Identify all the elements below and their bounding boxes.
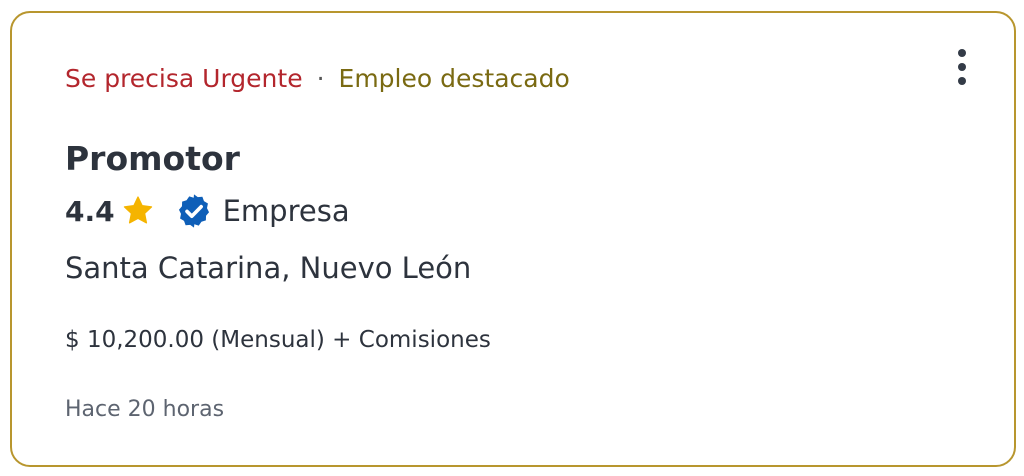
- company-rating: 4.4: [65, 194, 115, 228]
- more-options-button[interactable]: [948, 43, 976, 91]
- job-location: Santa Catarina, Nuevo León: [65, 251, 472, 285]
- featured-tag: Empleo destacado: [338, 64, 570, 93]
- job-title[interactable]: Promotor: [65, 139, 240, 179]
- job-salary: $ 10,200.00 (Mensual) + Comisiones: [65, 327, 491, 353]
- more-vertical-icon: [958, 49, 966, 57]
- verified-badge-icon: [178, 194, 209, 228]
- job-card[interactable]: Se precisa Urgente · Empleo destacado Prom…: [10, 11, 1016, 467]
- more-vertical-icon-dot: [958, 77, 966, 85]
- urgent-tag: Se precisa Urgente: [65, 64, 303, 93]
- job-tags: Se precisa Urgente · Empleo destacado: [65, 63, 570, 95]
- company-row: 4.4 Empresa: [65, 191, 350, 231]
- star-icon: [123, 196, 152, 224]
- company-name[interactable]: Empresa: [223, 194, 350, 228]
- tag-separator: ·: [316, 64, 325, 93]
- more-vertical-icon-dot: [958, 63, 966, 71]
- posted-time: Hace 20 horas: [65, 397, 225, 422]
